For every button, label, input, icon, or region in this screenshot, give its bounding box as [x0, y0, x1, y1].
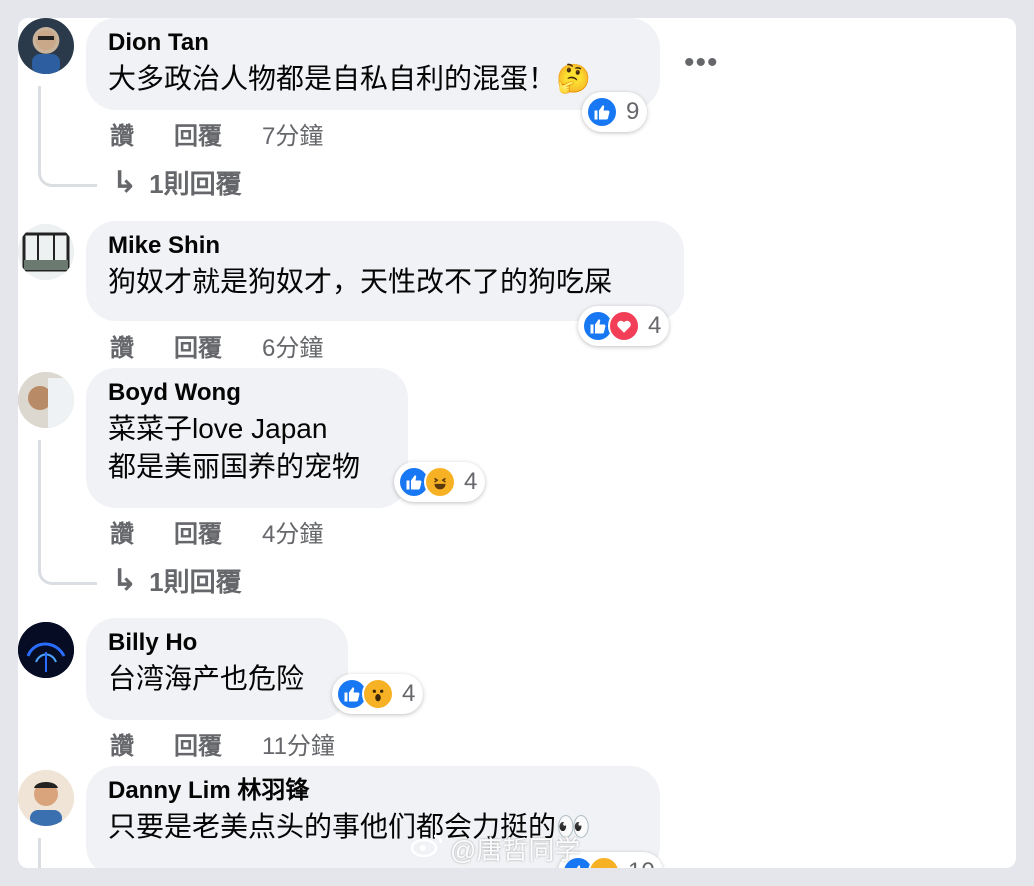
view-replies-link[interactable]: ↳ 1則回覆 — [112, 562, 242, 599]
comment-timestamp[interactable]: 4分鐘 — [262, 514, 323, 549]
more-options-icon[interactable]: ••• — [684, 46, 719, 80]
comment-text-line1: 菜菜子love Japan — [108, 413, 328, 444]
watermark-text: @唐哲同学 — [450, 835, 581, 865]
wow-reaction-icon — [362, 678, 394, 710]
avatar-mike-shin[interactable] — [18, 224, 74, 280]
reply-button[interactable]: 回覆 — [174, 514, 222, 549]
reaction-count: 4 — [648, 312, 662, 339]
comment-actions: 讚 回覆 7分鐘 — [110, 116, 363, 151]
thread-line — [38, 86, 97, 187]
haha-reaction-icon — [424, 466, 456, 498]
thread-line — [38, 838, 41, 868]
weibo-logo-icon — [410, 832, 444, 865]
reply-arrow-icon: ↳ — [112, 166, 138, 199]
love-reaction-icon — [608, 310, 640, 342]
replies-label: 1則回覆 — [149, 567, 242, 597]
comment-timestamp[interactable]: 7分鐘 — [262, 116, 323, 151]
reaction-count: 10 — [628, 858, 655, 868]
reaction-count: 9 — [626, 98, 640, 125]
comment-bubble: Billy Ho 台湾海产也危险 — [86, 618, 348, 720]
comment-author[interactable]: Mike Shin — [108, 229, 660, 263]
like-button[interactable]: 讚 — [110, 514, 134, 549]
avatar-billy-ho[interactable] — [18, 622, 74, 678]
comment-author[interactable]: Boyd Wong — [108, 376, 384, 410]
comment-actions: 讚 回覆 11分鐘 — [110, 726, 375, 761]
like-button[interactable]: 讚 — [110, 726, 134, 761]
view-replies-link[interactable]: ↳ 1則回覆 — [112, 164, 242, 201]
comment-timestamp[interactable]: 6分鐘 — [262, 328, 323, 363]
reaction-summary[interactable]: 9 — [582, 92, 648, 132]
reaction-summary[interactable]: 4 — [394, 462, 486, 502]
reply-button[interactable]: 回覆 — [174, 726, 222, 761]
comment-bubble: Boyd Wong 菜菜子love Japan 都是美丽国养的宠物 — [86, 368, 408, 508]
avatar-dion-tan[interactable] — [18, 18, 74, 74]
comment-actions: 讚 回覆 4分鐘 — [110, 514, 363, 549]
comment-bubble: Dion Tan 大多政治人物都是自私自利的混蛋！🤔 — [86, 18, 660, 110]
comments-panel: Dion Tan 大多政治人物都是自私自利的混蛋！🤔 ••• 9 讚 回覆 7分… — [18, 18, 1016, 868]
comment-actions: 讚 回覆 6分鐘 — [110, 328, 363, 363]
reply-arrow-icon: ↳ — [112, 564, 138, 597]
comment-text: 台湾海产也危险 — [108, 663, 305, 694]
avatar-boyd-wong[interactable] — [18, 372, 74, 428]
comment-author[interactable]: Danny Lim 林羽锋 — [108, 774, 636, 808]
comment-author[interactable]: Dion Tan — [108, 26, 636, 60]
watermark: @唐哲同学 — [410, 830, 580, 867]
reply-button[interactable]: 回覆 — [174, 328, 222, 363]
reaction-summary[interactable]: 4 — [332, 674, 424, 714]
comment-timestamp[interactable]: 11分鐘 — [262, 726, 335, 761]
comment-text-line2: 都是美丽国养的宠物 — [108, 451, 361, 482]
replies-label: 1則回覆 — [149, 169, 242, 199]
like-reaction-icon — [586, 96, 618, 128]
reaction-count: 4 — [464, 468, 478, 495]
comment-text: 狗奴才就是狗奴才，天性改不了的狗吃屎 — [108, 266, 613, 297]
reply-button[interactable]: 回覆 — [174, 116, 222, 151]
like-button[interactable]: 讚 — [110, 116, 134, 151]
reaction-summary[interactable]: 4 — [578, 306, 670, 346]
comment-text: 大多政治人物都是自私自利的混蛋！ — [108, 63, 557, 94]
like-button[interactable]: 讚 — [110, 328, 134, 363]
comment-author[interactable]: Billy Ho — [108, 626, 324, 660]
thinking-emoji: 🤔 — [556, 63, 591, 94]
reaction-count: 4 — [402, 680, 416, 707]
haha-reaction-icon — [588, 856, 620, 868]
avatar-danny-lim[interactable] — [18, 770, 74, 826]
